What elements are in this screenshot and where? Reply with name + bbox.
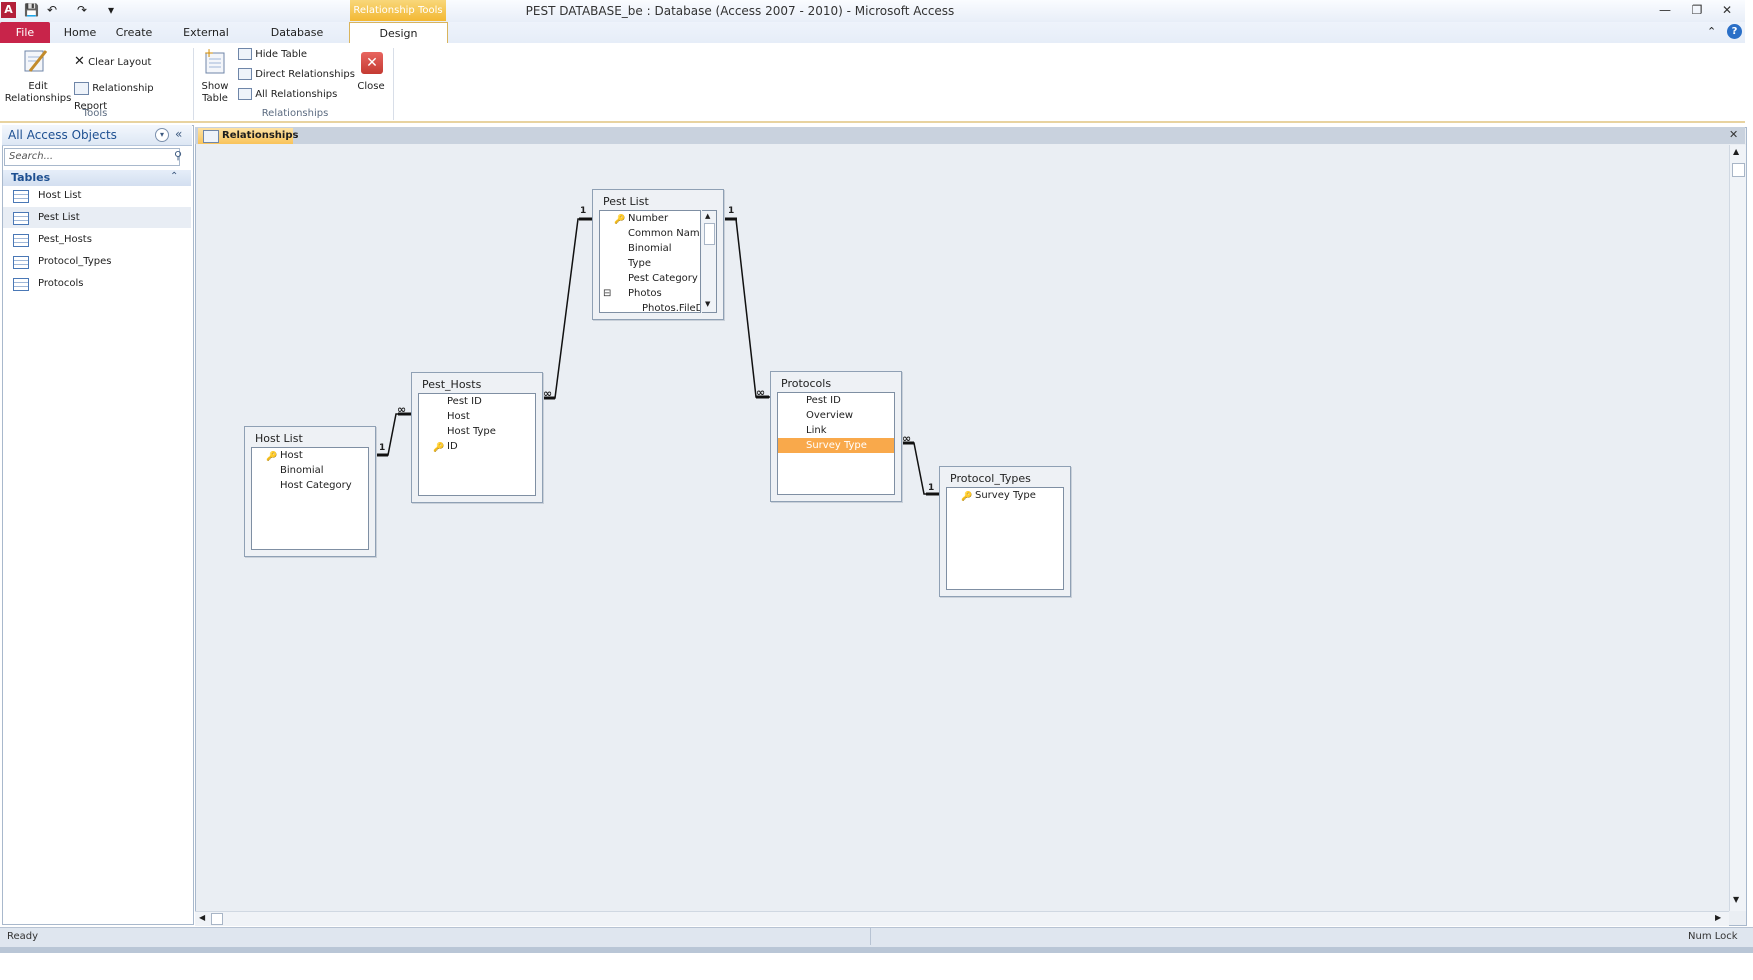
field-row[interactable]: Link (778, 423, 894, 438)
field-row[interactable]: Pest ID (778, 393, 894, 408)
cardinality-many: ∞ (543, 387, 553, 400)
field-label: Host Category (280, 480, 352, 491)
num-lock-indicator: Num Lock (1688, 931, 1738, 942)
field-list: 🔑 Survey Type (946, 487, 1064, 590)
scroll-up-icon[interactable]: ▲ (705, 212, 710, 220)
field-label: Pest ID (806, 395, 841, 406)
field-label: Type (628, 258, 651, 269)
cardinality-one: 1 (928, 483, 935, 493)
field-label: Survey Type (806, 440, 867, 451)
table-title[interactable]: Pest List (603, 195, 649, 208)
relationship-line[interactable] (541, 218, 594, 399)
scroll-down-icon[interactable]: ▼ (705, 300, 710, 308)
field-list: 🔑 Number Common Name Binomial Type Pest C… (599, 210, 701, 316)
field-row[interactable]: Pest ID (419, 394, 535, 409)
field-row-selected[interactable]: Survey Type (778, 438, 894, 453)
cardinality-many: ∞ (902, 432, 912, 445)
field-row[interactable]: Pest Category (600, 271, 700, 286)
primary-key-icon: 🔑 (266, 452, 278, 462)
field-label: Overview (806, 410, 854, 421)
field-row[interactable]: Binomial (600, 241, 700, 256)
primary-key-icon: 🔑 (614, 215, 626, 225)
field-label: Common Name (628, 228, 700, 239)
cardinality-one: 1 (580, 206, 587, 216)
table-box-protocol-types[interactable]: Protocol_Types 🔑 Survey Type (939, 466, 1071, 597)
field-row[interactable]: Photos.FileD (600, 301, 700, 316)
table-title[interactable]: Protocol_Types (950, 472, 1031, 485)
status-bar (0, 927, 1753, 947)
cardinality-one: 1 (728, 206, 735, 216)
field-label: Number (628, 213, 669, 224)
table-box-protocols[interactable]: Protocols Pest ID Overview Link Survey T… (770, 371, 902, 502)
field-label: Host (447, 411, 470, 422)
field-row[interactable]: 🔑 ID (419, 439, 535, 454)
field-list-scrollbar[interactable]: ▲ ▼ (702, 210, 717, 313)
table-box-host-list[interactable]: Host List 🔑 Host Binomial Host Category (244, 426, 376, 557)
field-label: Host (280, 450, 303, 461)
field-label: Binomial (628, 243, 672, 254)
field-label: Survey Type (975, 490, 1036, 501)
field-row[interactable]: 🔑 Number (600, 211, 700, 226)
field-row[interactable]: Host Type (419, 424, 535, 439)
field-row[interactable]: Binomial (252, 463, 368, 478)
collapse-icon[interactable]: ⊟ (603, 286, 611, 301)
field-label: Binomial (280, 465, 324, 476)
field-row[interactable]: Host Category (252, 478, 368, 493)
cardinality-many: ∞ (756, 386, 766, 399)
relationship-line[interactable] (722, 218, 770, 398)
primary-key-icon: 🔑 (433, 443, 445, 453)
field-list: 🔑 Host Binomial Host Category (251, 447, 369, 550)
table-box-pest-list[interactable]: Pest List 🔑 Number Common Name Binomial T… (592, 189, 724, 320)
table-box-pest-hosts[interactable]: Pest_Hosts Pest ID Host Host Type 🔑 ID (411, 372, 543, 503)
field-list: Pest ID Overview Link Survey Type (777, 392, 895, 495)
field-row[interactable]: 🔑 Survey Type (947, 488, 1063, 503)
field-label: ID (447, 441, 458, 452)
scroll-thumb[interactable] (704, 223, 715, 245)
field-label: Photos (628, 288, 662, 299)
field-label: Pest ID (447, 396, 482, 407)
cardinality-many: ∞ (397, 403, 407, 416)
table-title[interactable]: Protocols (781, 377, 831, 390)
field-row[interactable]: Common Name (600, 226, 700, 241)
field-row[interactable]: Host (419, 409, 535, 424)
field-label: Link (806, 425, 827, 436)
table-title[interactable]: Pest_Hosts (422, 378, 481, 391)
field-label: Photos.FileD (642, 303, 700, 314)
status-text: Ready (7, 931, 39, 942)
field-row[interactable]: 🔑 Host (252, 448, 368, 463)
status-divider (870, 928, 871, 945)
table-title[interactable]: Host List (255, 432, 303, 445)
field-row[interactable]: ⊟ Photos (600, 286, 700, 301)
field-label: Host Type (447, 426, 496, 437)
field-list: Pest ID Host Host Type 🔑 ID (418, 393, 536, 496)
taskbar (0, 947, 1753, 953)
field-row[interactable]: Type (600, 256, 700, 271)
field-row[interactable]: Overview (778, 408, 894, 423)
cardinality-one: 1 (379, 443, 386, 453)
field-label: Pest Category (628, 273, 698, 284)
primary-key-icon: 🔑 (961, 492, 973, 502)
